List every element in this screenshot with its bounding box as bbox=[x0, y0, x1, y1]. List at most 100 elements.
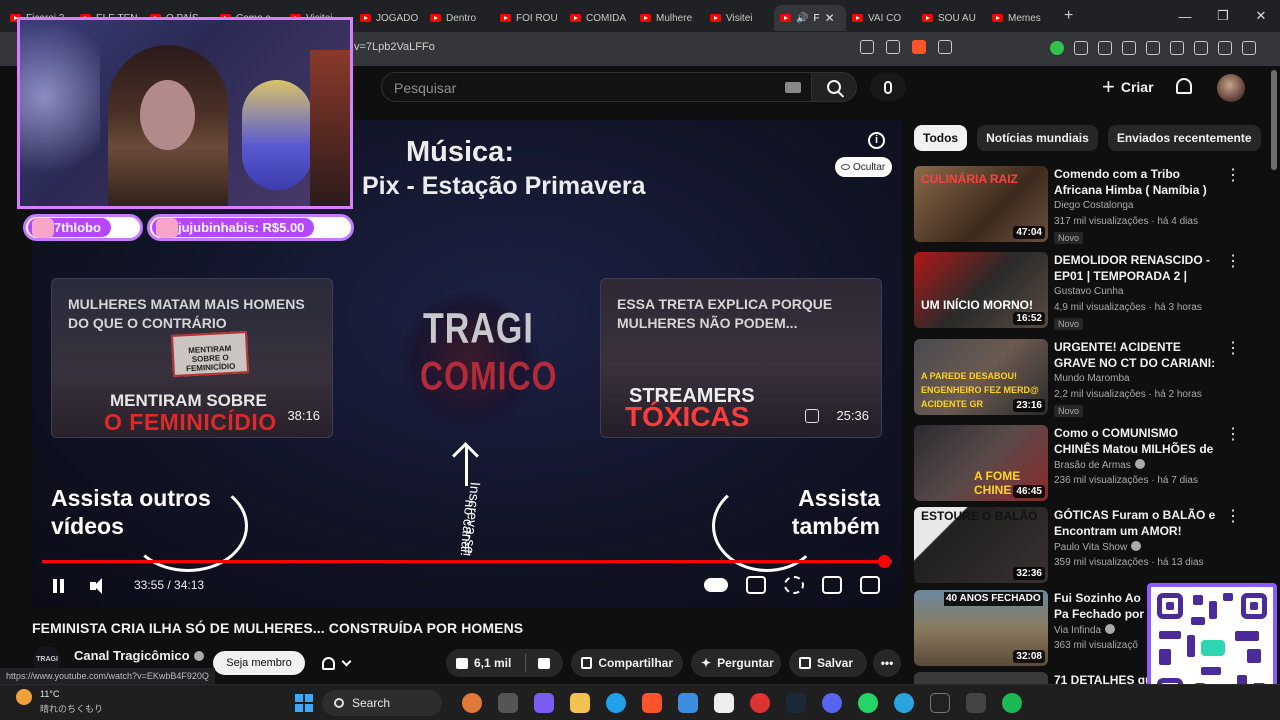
hide-endscreen-button[interactable]: Ocultar bbox=[835, 157, 892, 177]
account-avatar[interactable] bbox=[1217, 74, 1245, 102]
recommendation-item[interactable]: CULINÁRIA RAIZ 47:04 Comendo com a Tribo … bbox=[914, 165, 1254, 246]
more-vert-icon[interactable] bbox=[1225, 165, 1241, 185]
telegram-icon[interactable] bbox=[894, 693, 914, 713]
url-field[interactable]: v=7Lpb2VaLFFo bbox=[354, 41, 435, 53]
weather-description[interactable]: 晴れのちくもり bbox=[40, 702, 103, 715]
browser-tab[interactable]: Visitei bbox=[704, 5, 774, 31]
edge-icon[interactable] bbox=[606, 693, 626, 713]
more-vert-icon[interactable] bbox=[1225, 251, 1241, 271]
recommendation-item[interactable]: UM INÍCIO MORNO! 16:52 DEMOLIDOR RENASCID… bbox=[914, 251, 1254, 332]
recommendation-item[interactable]: A FOME CHINE 46:45 Como o COMUNISMO CHINÊ… bbox=[914, 424, 1254, 505]
like-icon[interactable] bbox=[456, 657, 468, 669]
video-thumbnail[interactable]: CULINÁRIA RAIZ 47:04 bbox=[914, 166, 1048, 242]
recommendation-channel[interactable]: Paulo Vita Show bbox=[1054, 541, 1142, 553]
chip-world-news[interactable]: Notícias mundiais bbox=[977, 125, 1098, 151]
page-scrollbar[interactable] bbox=[1271, 70, 1277, 170]
recommendation-title[interactable]: DEMOLIDOR RENASCIDO - EP01 | TEMPORADA 2… bbox=[1054, 252, 1224, 284]
recommendation-channel[interactable]: Via Infinda bbox=[1054, 624, 1116, 636]
menu-icon[interactable] bbox=[1242, 41, 1256, 55]
watch-later-icon[interactable] bbox=[805, 409, 819, 423]
recommendation-channel[interactable]: Gustavo Cunha bbox=[1054, 286, 1124, 297]
recommendation-item[interactable]: A PAREDE DESABOU! ENGENHEIRO FEZ MERD@ A… bbox=[914, 338, 1254, 419]
video-thumbnail[interactable]: UM INÍCIO MORNO! 16:52 bbox=[914, 252, 1048, 328]
recommendation-title[interactable]: Fui Sozinho Ao Pa Fechado por 40 A bbox=[1054, 590, 1146, 622]
windows-start-icon[interactable] bbox=[295, 694, 313, 712]
leo-ai-icon[interactable] bbox=[1194, 41, 1208, 55]
recommendation-title[interactable]: GÓTICAS Furam o BALÃO e Encontram um AMO… bbox=[1054, 507, 1224, 539]
recommendation-item[interactable]: ESTOURE O BALÃO 32:36 GÓTICAS Furam o BAL… bbox=[914, 506, 1254, 587]
discord-icon[interactable] bbox=[822, 693, 842, 713]
vpn-icon[interactable] bbox=[1218, 41, 1232, 55]
screenshot-icon[interactable] bbox=[1098, 41, 1112, 55]
spotify-icon[interactable] bbox=[1002, 693, 1022, 713]
wallet-icon[interactable] bbox=[1170, 41, 1184, 55]
recommendation-title[interactable]: Como o COMUNISMO CHINÊS Matou MILHÕES de… bbox=[1054, 425, 1224, 457]
browser-tab[interactable]: FOI ROU bbox=[494, 5, 564, 31]
subscription-bell-button[interactable] bbox=[316, 651, 368, 675]
brave-shields-icon[interactable] bbox=[912, 40, 926, 54]
sidebar-icon[interactable] bbox=[1146, 41, 1160, 55]
more-vert-icon[interactable] bbox=[1225, 424, 1241, 444]
terminal-icon[interactable] bbox=[966, 693, 986, 713]
file-explorer-icon[interactable] bbox=[570, 693, 590, 713]
store-icon[interactable] bbox=[678, 693, 698, 713]
browser-tab[interactable]: VAI CO bbox=[846, 5, 916, 31]
info-icon[interactable]: i bbox=[868, 132, 885, 149]
extension-status-icon[interactable] bbox=[1050, 41, 1064, 55]
save-button[interactable]: Salvar bbox=[789, 649, 867, 677]
recommendation-channel[interactable]: Brasão de Armas bbox=[1054, 459, 1145, 471]
task-view-icon[interactable] bbox=[498, 693, 518, 713]
close-tab-icon[interactable]: ✕ bbox=[825, 11, 835, 25]
keyboard-icon[interactable] bbox=[785, 82, 801, 93]
browser-tab[interactable]: COMIDA bbox=[564, 5, 634, 31]
maximize-icon[interactable]: ❐ bbox=[1204, 0, 1242, 32]
extensions-puzzle-icon[interactable] bbox=[1074, 41, 1088, 55]
video-thumbnail[interactable] bbox=[914, 672, 1048, 684]
join-button[interactable]: Seja membro bbox=[213, 651, 305, 675]
chip-recently-uploaded[interactable]: Enviados recentemente bbox=[1107, 125, 1261, 151]
taskbar-search[interactable]: Search bbox=[322, 690, 442, 716]
search-button[interactable] bbox=[811, 72, 857, 102]
create-button[interactable]: + Criar bbox=[1094, 72, 1166, 102]
search-input[interactable]: Pesquisar bbox=[381, 72, 812, 102]
notifications-bell-icon[interactable] bbox=[1176, 78, 1192, 94]
copilot-icon[interactable] bbox=[534, 693, 554, 713]
fullscreen-icon[interactable] bbox=[860, 576, 880, 594]
like-count[interactable]: 6,1 mil bbox=[474, 656, 511, 670]
minimize-icon[interactable]: — bbox=[1166, 0, 1204, 32]
theater-mode-icon[interactable] bbox=[822, 576, 842, 594]
endscreen-video-left[interactable]: MULHERES MATAM MAIS HOMENS DO QUE O CONT… bbox=[51, 278, 333, 438]
weather-icon[interactable] bbox=[16, 689, 32, 705]
ask-button[interactable]: ✦ Perguntar bbox=[691, 649, 781, 677]
settings-gear-icon[interactable] bbox=[784, 576, 804, 594]
captions-icon[interactable] bbox=[746, 576, 766, 594]
rewards-icon[interactable] bbox=[938, 40, 952, 54]
pause-icon[interactable] bbox=[52, 579, 66, 593]
more-vert-icon[interactable] bbox=[1225, 338, 1241, 358]
new-tab-icon[interactable]: + bbox=[1064, 7, 1073, 25]
widget-app-icon[interactable] bbox=[462, 693, 482, 713]
progress-bar[interactable] bbox=[42, 555, 892, 568]
share-icon[interactable] bbox=[886, 40, 900, 54]
volume-icon[interactable] bbox=[90, 578, 108, 594]
voice-search-button[interactable] bbox=[870, 72, 906, 102]
autoplay-toggle[interactable] bbox=[704, 578, 728, 592]
steam-icon[interactable] bbox=[786, 693, 806, 713]
browser-tab[interactable]: SOU AU bbox=[916, 5, 986, 31]
dislike-icon[interactable] bbox=[538, 657, 551, 669]
whatsapp-icon[interactable] bbox=[858, 693, 878, 713]
more-vert-icon[interactable] bbox=[1225, 506, 1241, 526]
browser-tab[interactable]: Mulhere bbox=[634, 5, 704, 31]
browser-tab-active[interactable]: 🔊 F ✕ bbox=[774, 5, 846, 31]
browser-tab[interactable]: JOGADO bbox=[354, 5, 424, 31]
more-actions-button[interactable]: ••• bbox=[873, 649, 901, 677]
share-button[interactable]: Compartilhar bbox=[571, 649, 683, 677]
recommendation-channel[interactable]: Diego Costalonga bbox=[1054, 200, 1134, 211]
recommendation-title[interactable]: URGENTE! ACIDENTE GRAVE NO CT DO CARIANI… bbox=[1054, 339, 1224, 371]
app-icon[interactable] bbox=[750, 693, 770, 713]
browser-tab[interactable]: Memes bbox=[986, 5, 1056, 31]
video-thumbnail[interactable]: A FOME CHINE 46:45 bbox=[914, 425, 1048, 501]
media-icon[interactable] bbox=[1122, 41, 1136, 55]
epic-games-icon[interactable] bbox=[930, 693, 950, 713]
channel-name[interactable]: Canal Tragicômico bbox=[74, 648, 204, 663]
